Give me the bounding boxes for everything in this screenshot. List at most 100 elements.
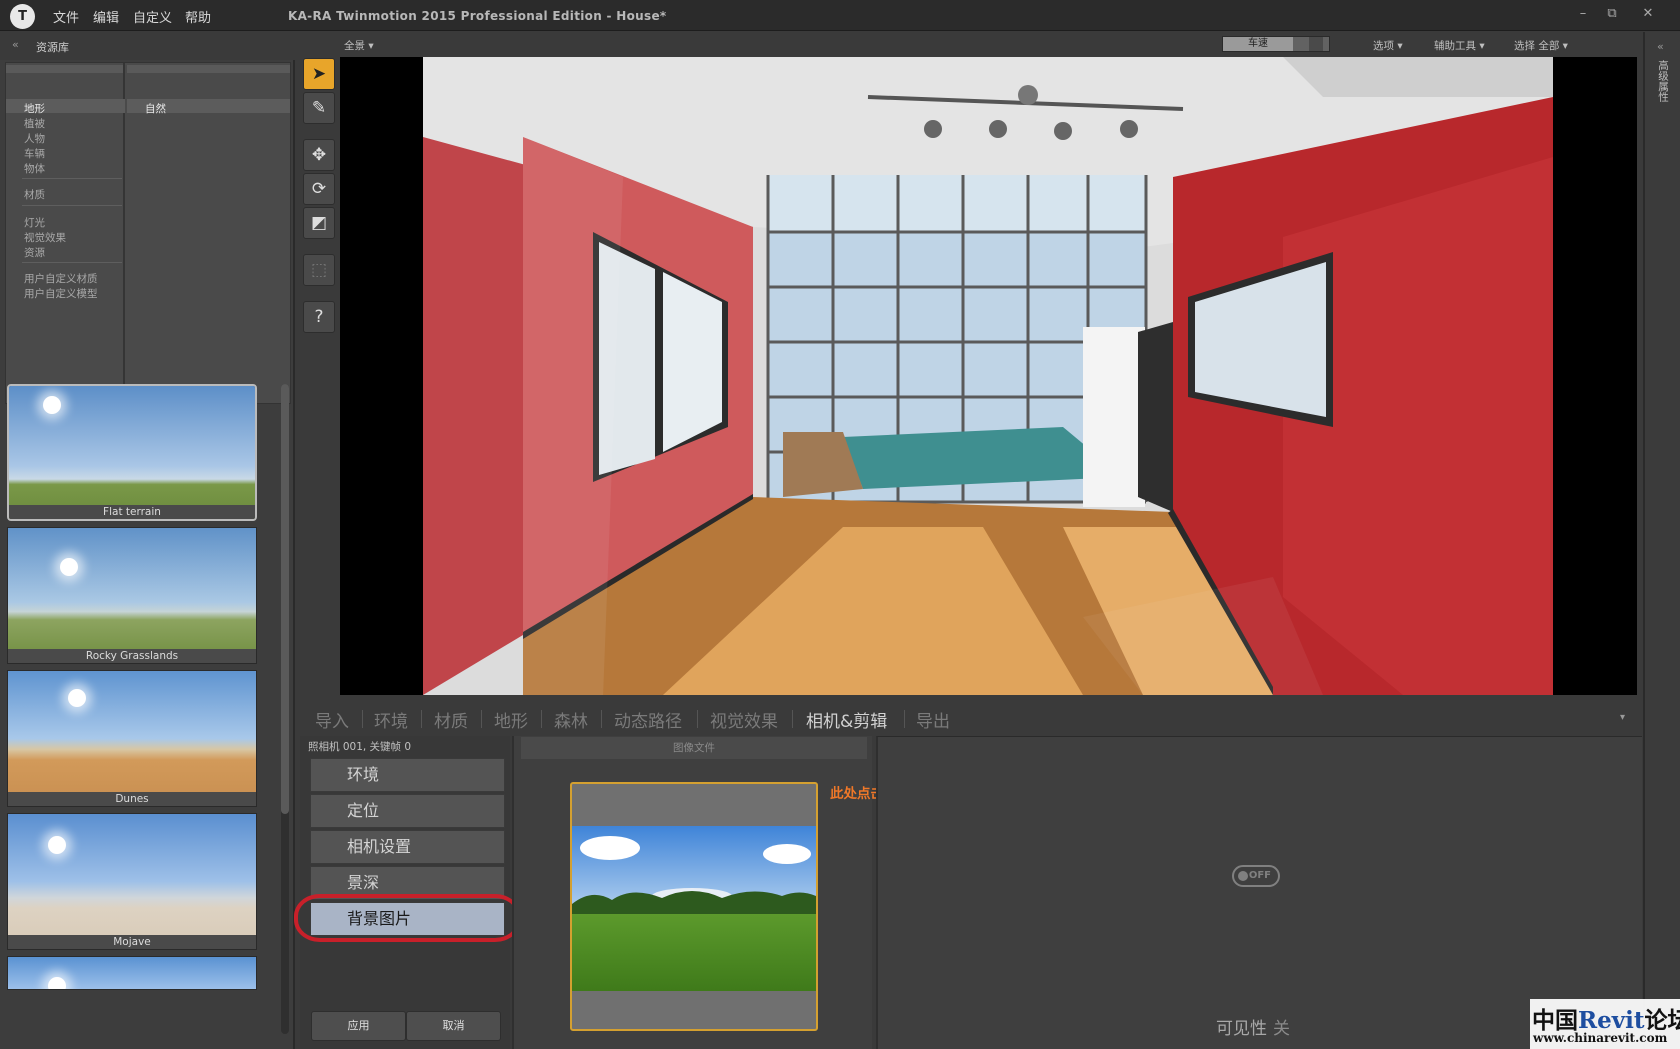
thumbnail-dunes[interactable]: Dunes	[7, 670, 257, 807]
thumbnail-image	[8, 528, 256, 663]
menu-custom[interactable]: 自定义	[133, 7, 172, 26]
cancel-button[interactable]: 取消	[406, 1011, 501, 1041]
divider	[22, 262, 122, 263]
thumbnail-flat-terrain[interactable]: Flat terrain	[7, 384, 257, 521]
3d-viewport[interactable]	[340, 57, 1637, 695]
highlight-circle	[294, 894, 521, 942]
options-dropdown[interactable]: 选项 ▾	[1373, 38, 1403, 53]
interior-scene	[423, 57, 1553, 695]
move-icon[interactable]: ✥	[303, 139, 335, 171]
camera-info: 照相机 001, 关键帧 0	[308, 741, 412, 753]
tab-divider	[541, 710, 542, 728]
tab-import[interactable]: 导入	[315, 707, 349, 732]
slider-handle[interactable]	[1309, 37, 1323, 51]
tab-camera-edit[interactable]: 相机&剪辑	[806, 707, 887, 732]
divider	[22, 205, 122, 206]
advanced-properties-label[interactable]: 高级属性	[1657, 60, 1671, 102]
menu-help[interactable]: 帮助	[185, 7, 211, 26]
tab-terrain[interactable]: 地形	[494, 707, 528, 732]
apply-button[interactable]: 应用	[311, 1011, 406, 1041]
subcategory-column: 自然	[127, 63, 290, 403]
restore-button[interactable]: ⧉	[1598, 4, 1626, 24]
category-people[interactable]: 人物	[24, 131, 45, 146]
category-lights[interactable]: 灯光	[24, 215, 45, 230]
category-column: 地形 植被 人物 车辆 物体 材质 灯光 视觉效果 资源 用户自定义材质 用户自…	[6, 63, 125, 403]
tab-divider	[792, 710, 793, 728]
tab-divider	[601, 710, 602, 728]
camera-panel: 照相机 001, 关键帧 0 环境 定位 相机设置 景深 背景图片	[300, 736, 510, 1049]
category-objects[interactable]: 物体	[24, 161, 45, 176]
tab-export[interactable]: 导出	[916, 707, 950, 732]
sun-icon	[48, 836, 66, 854]
library-panel: « 资源库 地形 植被 人物 车辆 物体 材质 灯光 视觉效果 资源 用户自定义…	[0, 32, 295, 1049]
background-image-slot[interactable]	[570, 782, 818, 1031]
category-resources[interactable]: 资源	[24, 245, 45, 260]
tab-divider	[421, 710, 422, 728]
frame-icon[interactable]: ⬚	[303, 254, 335, 286]
properties-panel: OFF 可见性关	[876, 736, 1642, 1049]
collapse-panel-icon[interactable]: ▾	[1620, 712, 1625, 723]
thumbnail-partial[interactable]	[7, 956, 257, 990]
view-mode-dropdown[interactable]: 全景 ▾	[344, 38, 374, 53]
category-terrain[interactable]: 地形	[24, 101, 45, 116]
camera-item-position[interactable]: 定位	[310, 794, 505, 828]
select-arrow-icon[interactable]: ➤	[303, 58, 335, 90]
camera-item-environment[interactable]: 环境	[310, 758, 505, 792]
scale-icon[interactable]: ◩	[303, 207, 335, 239]
library-title: 资源库	[36, 41, 69, 54]
collapse-left-icon[interactable]: «	[12, 38, 19, 51]
category-user-materials[interactable]: 用户自定义材质	[24, 271, 98, 286]
image-file-panel: 图像文件	[512, 736, 872, 1049]
sun-icon	[68, 689, 86, 707]
thumbnail-mojave[interactable]: Mojave	[7, 813, 257, 950]
toggle-knob	[1238, 871, 1248, 881]
thumbnail-label: Dunes	[8, 792, 256, 806]
minimize-button[interactable]: –	[1569, 4, 1597, 24]
thumbnail-label: Mojave	[8, 935, 256, 949]
category-visual-effects[interactable]: 视觉效果	[24, 230, 66, 245]
background-image-preview	[572, 826, 816, 991]
app-logo-icon[interactable]: T	[10, 4, 35, 29]
subcategory-nature[interactable]: 自然	[145, 101, 166, 116]
tab-materials[interactable]: 材质	[434, 707, 468, 732]
menu-file[interactable]: 文件	[53, 7, 79, 26]
category-user-models[interactable]: 用户自定义模型	[24, 286, 98, 301]
close-button[interactable]: ✕	[1634, 4, 1662, 24]
library-scrollbar[interactable]	[281, 384, 289, 1034]
thumbnail-label: Flat terrain	[9, 505, 255, 519]
speed-slider[interactable]: 车速	[1222, 36, 1330, 52]
tab-divider	[481, 710, 482, 728]
thumbnail-label: Rocky Grasslands	[8, 649, 256, 663]
visibility-status: 可见性关	[1216, 1014, 1290, 1039]
viewport-toolbar: 全景 ▾ 车速 选项 ▾ 辅助工具 ▾ 选择 全部 ▾	[340, 32, 1642, 56]
thumbnail-image	[8, 957, 256, 989]
toggle-label: OFF	[1248, 870, 1271, 881]
tab-forest[interactable]: 森林	[554, 707, 588, 732]
category-materials[interactable]: 材质	[24, 187, 45, 202]
select-all-dropdown[interactable]: 选择 全部 ▾	[1514, 38, 1568, 53]
main-tab-bar: 导入 环境 材质 地形 森林 动态路径 视觉效果 相机&剪辑 导出 ▾	[300, 700, 1642, 735]
visibility-toggle[interactable]: OFF	[1232, 865, 1280, 887]
help-icon[interactable]: ?	[303, 301, 335, 333]
menu-edit[interactable]: 编辑	[93, 7, 119, 26]
category-vehicles[interactable]: 车辆	[24, 146, 45, 161]
rotate-icon[interactable]: ⟳	[303, 173, 335, 205]
eyedropper-icon[interactable]: ✎	[303, 92, 335, 124]
scene-render	[423, 57, 1553, 695]
camera-item-settings[interactable]: 相机设置	[310, 830, 505, 864]
thumbnail-image	[8, 814, 256, 949]
sun-icon	[43, 396, 61, 414]
sun-icon	[48, 977, 66, 989]
collapse-right-icon[interactable]: «	[1657, 40, 1664, 53]
title-bar: T 文件 编辑 自定义 帮助 KA-RA Twinmotion 2015 Pro…	[0, 0, 1680, 31]
category-vegetation[interactable]: 植被	[24, 116, 45, 131]
tab-environment[interactable]: 环境	[374, 707, 408, 732]
watermark-part: Revit	[1578, 1007, 1645, 1034]
assist-tools-dropdown[interactable]: 辅助工具 ▾	[1434, 38, 1485, 53]
scrollbar-thumb[interactable]	[281, 384, 289, 814]
watermark-part: 论坛	[1644, 1007, 1680, 1034]
tab-visual-effects[interactable]: 视觉效果	[710, 707, 778, 732]
tab-dynamic-path[interactable]: 动态路径	[614, 707, 682, 732]
thumbnail-image	[8, 671, 256, 806]
thumbnail-rocky-grasslands[interactable]: Rocky Grasslands	[7, 527, 257, 664]
